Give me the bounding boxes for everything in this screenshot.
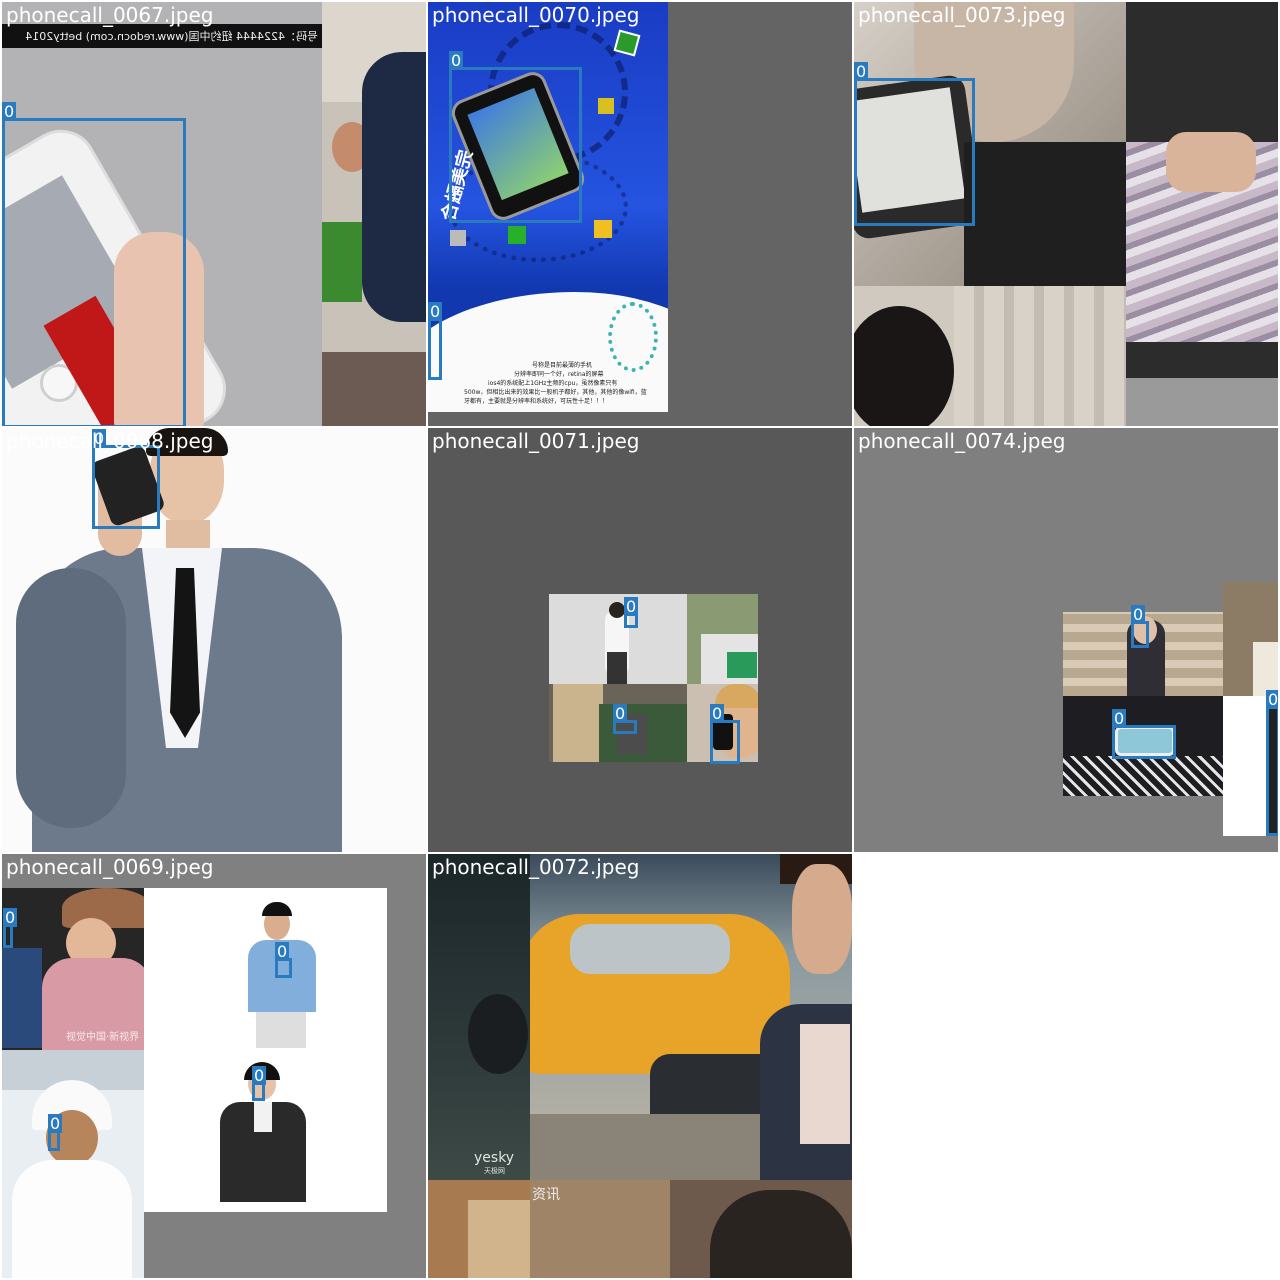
photo [1126,2,1278,378]
mosaic-tile: phonecall_0074.jpeg 0 0 0 [854,428,1278,852]
detection-class-label: 0 [2,102,17,121]
photo [687,594,758,684]
tile-filename: phonecall_0072.jpeg [432,855,640,879]
mosaic-tile: phonecall_0067.jpeg 号码：4224444 纽约中国(www.… [2,2,426,426]
mosaic-tile: phonecall_0068.jpeg 0 [2,428,426,852]
watermark-text: 天极网 [484,1167,505,1175]
detection-box: 0 [710,704,740,764]
tile-filename: phonecall_0073.jpeg [858,3,1066,27]
detection-box: 0 [275,942,292,978]
photo [1126,378,1278,426]
tile-filename: phonecall_0067.jpeg [6,3,214,27]
detection-class-label: 0 [428,302,443,321]
poster-text: 号称是目前最薄的手机 [532,362,593,369]
detection-box: 0 [252,1066,267,1101]
photo [144,888,387,1212]
photo [549,594,687,684]
photo: 视觉中国·新视界 [2,888,144,1050]
detection-box: 0 [1131,605,1149,648]
detection-class-label: 0 [613,704,628,723]
photo [2,1050,144,1278]
detection-class-label: 0 [854,62,869,81]
detection-box: 0 [428,302,443,380]
poster-text: 牙都有，主要就是分辨率和系统好，可玩性十足！！！ [464,398,609,405]
poster-text: 500w，但相比出来的效果比一般机子都好，其他，其他的像wifi，蓝 [464,389,647,396]
watermark-text: 资讯 [532,1187,560,1203]
watermark-text: 号码：4224444 纽约中国(www.redocn.com) betty201… [25,30,318,43]
photo [322,2,426,426]
detection-box: 0 [1266,690,1278,836]
detection-box: 0 [2,102,186,426]
detection-class-label: 0 [710,704,725,723]
poster-text: 分辨率即同一个好，retina的屏幕 [514,371,604,378]
tile-filename: phonecall_0069.jpeg [6,855,214,879]
watermark-text: 视觉中国·新视界 [66,1032,140,1043]
photo [530,854,852,1180]
tile-filename: phonecall_0071.jpeg [432,429,640,453]
tile-filename: phonecall_0070.jpeg [432,3,640,27]
photo [854,286,1126,426]
mosaic-tile: phonecall_0069.jpeg 视觉中国·新视界 0 0 0 0 [2,854,426,1278]
detection-class-label: 0 [1131,605,1146,624]
detection-class-label: 0 [1266,690,1278,709]
detection-box: 0 [92,429,160,529]
detection-class-label: 0 [48,1114,63,1133]
detection-class-label: 0 [449,51,464,70]
tile-filename: phonecall_0068.jpeg [6,429,214,453]
watermark-text: yesky [474,1150,515,1166]
mosaic-tile: phonecall_0070.jpeg 完美融合 号称是目前最薄的手机 分辨率即… [428,2,852,426]
detection-class-label: 0 [275,942,290,961]
mosaic-tile: phonecall_0072.jpeg yesky 天极网 资讯 [428,854,852,1278]
tile-filename: phonecall_0074.jpeg [858,429,1066,453]
mosaic-tile: phonecall_0073.jpeg 0 [854,2,1278,426]
photo: yesky 天极网 [428,854,530,1180]
poster-text: ios4的系统配上1GHz主频的cpu，虽然像素只有 [488,380,618,387]
detection-box: 0 [3,908,18,948]
detection-class-label: 0 [624,597,639,616]
detection-box: 0 [624,597,639,628]
detection-box: 0 [613,704,637,734]
detection-box: 0 [449,51,582,223]
detection-box: 0 [1112,709,1176,759]
detection-box: 0 [48,1114,63,1151]
photo [428,1180,530,1278]
photo: 资讯 [530,1180,852,1278]
detection-box: 0 [854,62,975,226]
mosaic-tile: phonecall_0071.jpeg 0 0 0 [428,428,852,852]
photo [2,428,426,852]
photo [1223,582,1278,696]
detection-class-label: 0 [1112,709,1127,728]
detection-class-label: 0 [252,1066,267,1085]
detection-class-label: 0 [3,908,18,927]
